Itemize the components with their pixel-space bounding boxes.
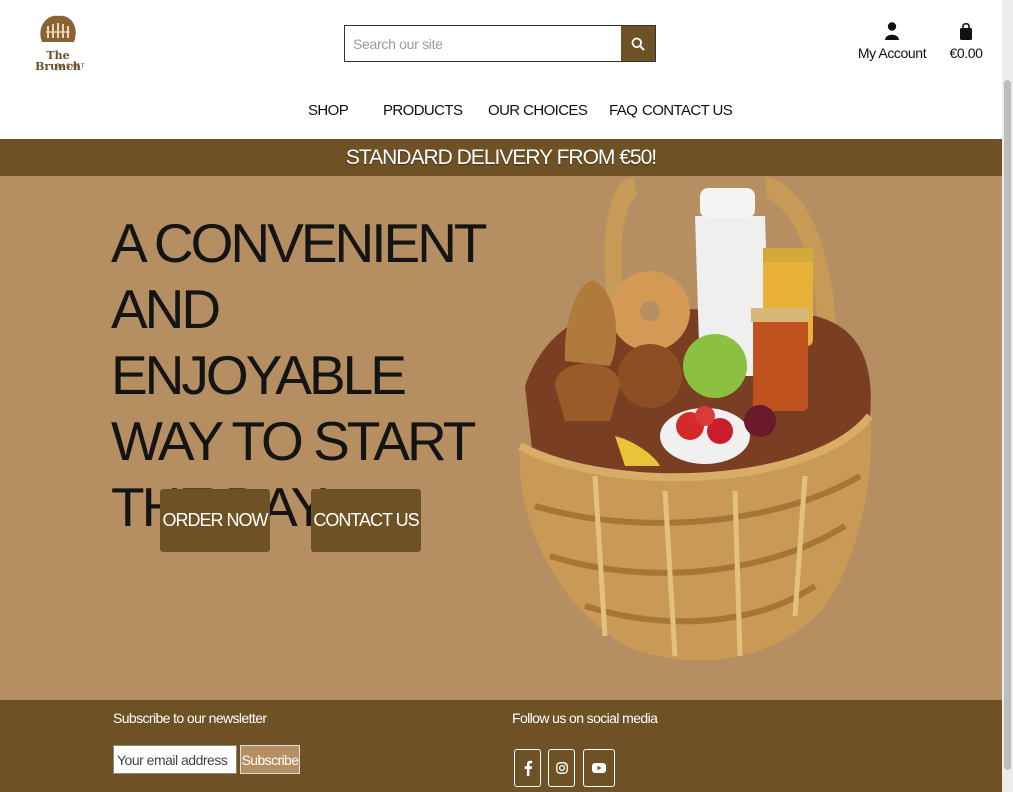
shopping-bag-icon (960, 22, 972, 40)
newsletter-title: Subscribe to our newsletter (113, 710, 267, 726)
order-now-button[interactable]: ORDER NOW (160, 489, 270, 552)
search-input[interactable] (345, 26, 621, 61)
social-title: Follow us on social media (512, 710, 658, 726)
site-header: The Brunch BASKET My Account €0.00 SHOP … (0, 0, 1002, 139)
nav-item-faq[interactable]: FAQ (609, 102, 638, 119)
page-scrollbar[interactable] (1002, 0, 1013, 792)
instagram-link[interactable] (548, 749, 575, 787)
my-account-link[interactable]: My Account (857, 22, 927, 61)
user-icon (885, 22, 899, 40)
search-icon (631, 37, 645, 51)
basket-logo-icon (40, 15, 76, 42)
nav-item-contact-us[interactable]: CONTACT US (642, 102, 733, 119)
logo-subtitle: BASKET (56, 63, 86, 70)
cart-total: €0.00 (949, 45, 983, 61)
contact-us-button[interactable]: CONTACT US (311, 489, 421, 552)
cart-link[interactable]: €0.00 (946, 22, 986, 61)
search-button[interactable] (621, 26, 655, 61)
brunch-basket-image (518, 176, 874, 661)
scrollbar-thumb[interactable] (1004, 80, 1011, 770)
delivery-banner: STANDARD DELIVERY FROM €50! (0, 139, 1002, 176)
subscribe-button[interactable]: Subscribe (240, 745, 300, 774)
main-nav: SHOP PRODUCTS OUR CHOICES FAQ CONTACT US (0, 102, 1002, 122)
facebook-icon (524, 760, 532, 776)
brand-logo[interactable]: The Brunch BASKET (26, 12, 90, 76)
youtube-link[interactable] (583, 749, 615, 787)
newsletter-email-input[interactable] (113, 745, 237, 774)
my-account-label: My Account (857, 45, 927, 61)
hero-section: A CONVENIENT AND ENJOYABLE WAY TO START … (0, 176, 1002, 700)
nav-item-our-choices[interactable]: OUR CHOICES (488, 102, 588, 119)
search-bar (344, 25, 656, 62)
site-footer: Subscribe to our newsletter Subscribe Fo… (0, 700, 1002, 792)
nav-item-shop[interactable]: SHOP (308, 102, 349, 119)
facebook-link[interactable] (514, 749, 541, 787)
instagram-icon (555, 762, 568, 774)
nav-item-products[interactable]: PRODUCTS (383, 102, 463, 119)
youtube-icon (592, 763, 606, 773)
